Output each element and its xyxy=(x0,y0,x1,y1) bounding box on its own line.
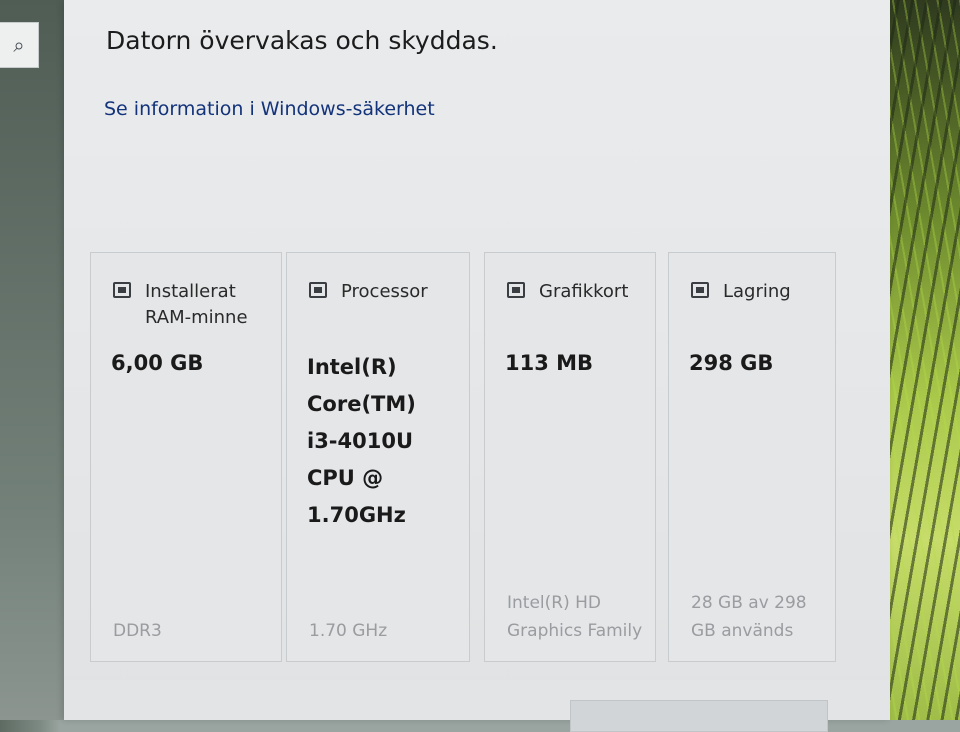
processor-speed: 1.70 GHz xyxy=(309,621,388,641)
processor-card: Processor Intel(R) Core(TM) i3-4010U CPU… xyxy=(286,252,470,662)
card-label: Processor xyxy=(341,281,428,302)
processor-value: Intel(R) Core(TM) i3-4010U CPU @ 1.70GHz xyxy=(307,355,416,527)
security-status-text: Datorn övervakas och skyddas. xyxy=(106,26,498,55)
ram-value: 6,00 GB xyxy=(111,351,204,375)
ram-card: Installerat RAM-minne 6,00 GB DDR3 xyxy=(90,252,282,662)
card-label: Lagring xyxy=(723,281,791,302)
rename-button[interactable] xyxy=(570,700,828,732)
ram-type: DDR3 xyxy=(113,621,162,641)
graphics-card-icon xyxy=(507,282,525,298)
search-icon: ⌕ xyxy=(13,33,25,57)
storage-value: 298 GB xyxy=(689,351,774,375)
system-about-window: Datorn övervakas och skyddas. Se informa… xyxy=(64,0,890,732)
card-label: Installerat RAM-minne xyxy=(145,281,248,328)
windows-security-link[interactable]: Se information i Windows-säkerhet xyxy=(104,98,435,120)
graphics-adapter-name: Intel(R) HD Graphics Family xyxy=(507,593,643,641)
graphics-memory-value: 113 MB xyxy=(505,351,594,375)
card-label: Grafikkort xyxy=(539,281,629,302)
processor-icon xyxy=(309,282,327,298)
ram-icon xyxy=(113,282,131,298)
search-button[interactable]: ⌕ xyxy=(0,22,39,68)
graphics-card: Grafikkort 113 MB Intel(R) HD Graphics F… xyxy=(484,252,656,662)
storage-usage: 28 GB av 298 GB används xyxy=(691,593,807,641)
storage-icon xyxy=(691,282,709,298)
storage-card: Lagring 298 GB 28 GB av 298 GB används xyxy=(668,252,836,662)
desktop-left-edge xyxy=(0,0,70,720)
